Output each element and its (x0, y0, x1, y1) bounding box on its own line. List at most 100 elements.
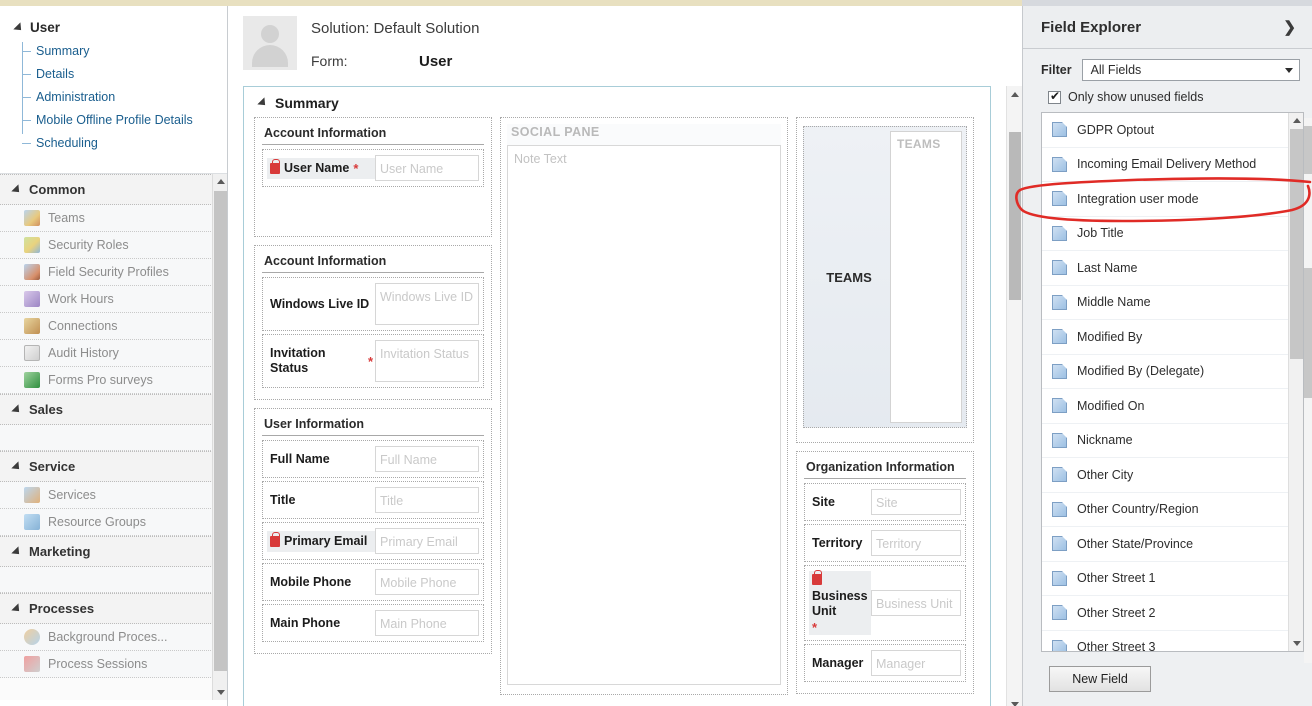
field-input-business-unit[interactable]: Business Unit (871, 590, 961, 616)
field-input-manager[interactable]: Manager (871, 650, 961, 676)
field-list-item[interactable]: Other Street 1 (1042, 562, 1303, 597)
field-label: Mobile Phone (267, 572, 375, 593)
new-field-button[interactable]: New Field (1049, 666, 1151, 692)
field-input-mobile-phone[interactable]: Mobile Phone (375, 569, 479, 595)
field-list-item[interactable]: Middle Name (1042, 286, 1303, 321)
field-list-item[interactable]: GDPR Optout (1042, 113, 1303, 148)
form-field-territory[interactable]: Territory Territory (804, 524, 966, 562)
field-input-full-name[interactable]: Full Name (375, 446, 479, 472)
field-list-item[interactable]: Other Street 3 (1042, 631, 1303, 653)
nav-item-security-roles[interactable]: Security Roles (0, 232, 227, 259)
field-input-territory[interactable]: Territory (871, 530, 961, 556)
nav-group-common[interactable]: Common (0, 174, 227, 205)
field-list-item[interactable]: Job Title (1042, 217, 1303, 252)
field-input-main-phone[interactable]: Main Phone (375, 610, 479, 636)
field-input-invitation-status[interactable]: Invitation Status (375, 340, 479, 382)
scroll-down-arrow-icon[interactable] (1007, 696, 1023, 706)
form-field-user-name[interactable]: User Name * User Name (262, 149, 484, 187)
nav-item-audit-history[interactable]: Audit History (0, 340, 227, 367)
field-list-item[interactable]: Last Name (1042, 251, 1303, 286)
field-input-site[interactable]: Site (871, 489, 961, 515)
field-input-windows-live-id[interactable]: Windows Live ID (375, 283, 479, 325)
field-list-item[interactable]: Other Country/Region (1042, 493, 1303, 528)
form-field-title[interactable]: Title Title (262, 481, 484, 519)
field-explorer-panel: Field Explorer ❯ Filter All Fields Only … (1022, 6, 1312, 706)
form-tab-summary[interactable]: Summary (244, 87, 990, 117)
note-text-input[interactable]: Note Text (507, 145, 781, 685)
required-asterisk-icon: * (368, 357, 373, 366)
field-icon (1052, 605, 1067, 620)
nav-group-processes[interactable]: Processes (0, 593, 227, 624)
form-field-full-name[interactable]: Full Name Full Name (262, 440, 484, 478)
scrollbar-thumb[interactable] (1290, 129, 1303, 359)
section-title: Account Information (262, 124, 484, 145)
nav-item-field-security-profiles[interactable]: Field Security Profiles (0, 259, 227, 286)
nav-group-sales[interactable]: Sales (0, 394, 227, 425)
scrollbar-thumb-bottom[interactable] (1304, 268, 1312, 398)
form-field-mobile-phone[interactable]: Mobile Phone Mobile Phone (262, 563, 484, 601)
scrollbar-thumb[interactable] (214, 191, 227, 671)
form-canvas-scrollbar[interactable] (1006, 86, 1022, 706)
field-input-title[interactable]: Title (375, 487, 479, 513)
scrollbar-thumb-top[interactable] (1304, 126, 1312, 174)
only-unused-fields-checkbox-row[interactable]: Only show unused fields (1023, 85, 1312, 112)
tree-item-mobile-offline-profile-details[interactable]: Mobile Offline Profile Details (22, 109, 227, 132)
left-nav-scrollbar[interactable] (212, 174, 227, 700)
tree-item-details[interactable]: Details (22, 63, 227, 86)
filter-select[interactable]: All Fields (1082, 59, 1300, 81)
form-field-site[interactable]: Site Site (804, 483, 966, 521)
scroll-up-arrow-icon[interactable] (1289, 113, 1304, 128)
nav-item-services[interactable]: Services (0, 482, 227, 509)
form-field-main-phone[interactable]: Main Phone Main Phone (262, 604, 484, 642)
scroll-down-arrow-icon[interactable] (1289, 636, 1304, 651)
tree-root-user[interactable]: User (0, 20, 227, 35)
field-list-item-integration-user-mode[interactable]: Integration user mode (1042, 182, 1303, 217)
nav-item-background-processes[interactable]: Background Proces... (0, 624, 227, 651)
tree-item-summary[interactable]: Summary (22, 40, 227, 63)
nav-item-resource-groups[interactable]: Resource Groups (0, 509, 227, 536)
scrollbar-thumb[interactable] (1009, 132, 1021, 300)
field-input-primary-email[interactable]: Primary Email (375, 528, 479, 554)
only-unused-fields-checkbox[interactable] (1048, 91, 1061, 104)
panel-outer-scrollbar[interactable] (1304, 118, 1312, 663)
nav-item-process-sessions[interactable]: Process Sessions (0, 651, 227, 678)
tree-item-scheduling[interactable]: Scheduling (22, 132, 227, 155)
nav-group-marketing[interactable]: Marketing (0, 536, 227, 567)
nav-item-label: Teams (48, 211, 85, 225)
tree-item-administration[interactable]: Administration (22, 86, 227, 109)
chevron-right-icon[interactable]: ❯ (1283, 18, 1296, 36)
teams-subgrid[interactable]: TEAMS TEAMS (803, 126, 967, 428)
form-field-windows-live-id[interactable]: Windows Live ID Windows Live ID (262, 277, 484, 331)
field-list-item[interactable]: Other City (1042, 458, 1303, 493)
field-list-item[interactable]: Other Street 2 (1042, 596, 1303, 631)
nav-group-service[interactable]: Service (0, 451, 227, 482)
entity-avatar-icon (243, 16, 297, 70)
field-input-user-name[interactable]: User Name (375, 155, 479, 181)
required-asterisk-icon: * (353, 164, 358, 173)
scroll-up-arrow-icon[interactable] (1007, 86, 1023, 102)
field-label-text: Main Phone (270, 616, 340, 631)
field-list-item-label: Modified On (1077, 399, 1144, 413)
field-list-item[interactable]: Modified By (1042, 320, 1303, 355)
field-list-item[interactable]: Modified By (Delegate) (1042, 355, 1303, 390)
scroll-up-arrow-icon[interactable] (213, 174, 227, 189)
field-list-item[interactable]: Other State/Province (1042, 527, 1303, 562)
field-explorer-list[interactable]: GDPR Optout Incoming Email Delivery Meth… (1041, 112, 1304, 652)
nav-group-sales-empty (0, 425, 227, 451)
form-field-primary-email[interactable]: Primary Email Primary Email (262, 522, 484, 560)
nav-item-connections[interactable]: Connections (0, 313, 227, 340)
field-label: Site (809, 492, 871, 513)
field-list-item[interactable]: Nickname (1042, 424, 1303, 459)
field-list-item-label: Other State/Province (1077, 537, 1193, 551)
field-list-item[interactable]: Modified On (1042, 389, 1303, 424)
nav-item-label: Field Security Profiles (48, 265, 169, 279)
field-list-scrollbar[interactable] (1288, 113, 1303, 651)
nav-item-work-hours[interactable]: Work Hours (0, 286, 227, 313)
nav-item-teams[interactable]: Teams (0, 205, 227, 232)
scroll-down-arrow-icon[interactable] (213, 685, 227, 700)
form-field-business-unit[interactable]: Business Unit * Business Unit (804, 565, 966, 641)
field-list-item[interactable]: Incoming Email Delivery Method (1042, 148, 1303, 183)
form-field-invitation-status[interactable]: Invitation Status * Invitation Status (262, 334, 484, 388)
nav-item-forms-pro-surveys[interactable]: Forms Pro surveys (0, 367, 227, 394)
form-field-manager[interactable]: Manager Manager (804, 644, 966, 682)
